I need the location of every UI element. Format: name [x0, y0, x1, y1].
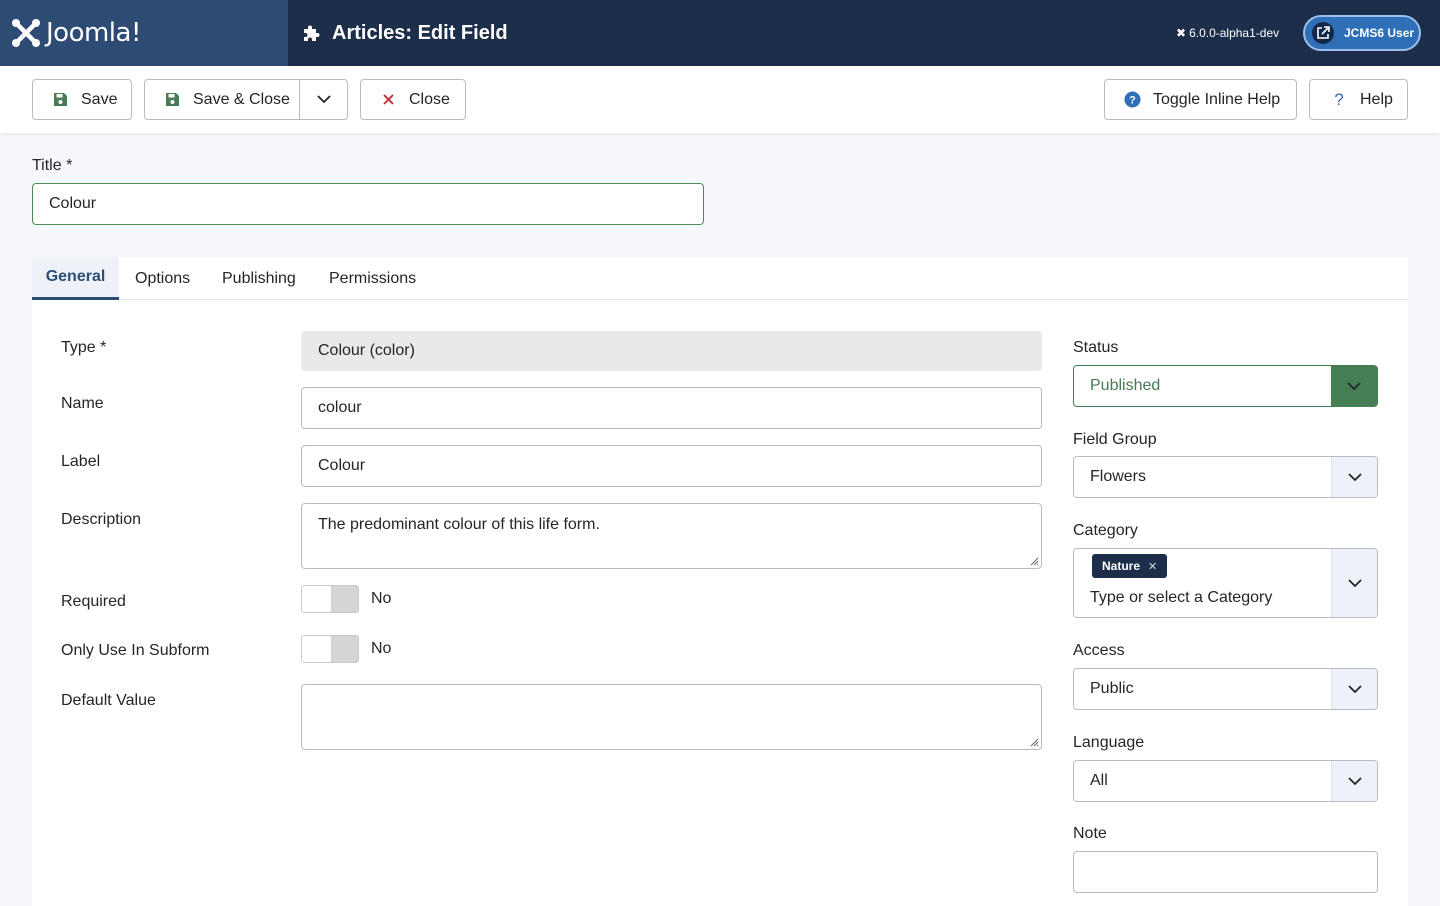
chevron-down-icon	[1331, 549, 1377, 617]
type-field: Colour (color)	[301, 331, 1042, 371]
status-value: Published	[1090, 377, 1161, 394]
top-header: Joomla! Articles: Edit Field ✖ 6.0.0-alp…	[0, 0, 1440, 66]
category-select[interactable]: Nature ✕ Type or select a Category	[1073, 548, 1378, 618]
tab-bar: General Options Publishing Permissions	[32, 257, 1408, 300]
remove-chip-icon[interactable]: ✕	[1148, 560, 1157, 573]
required-label: Required	[61, 593, 126, 610]
description-textarea[interactable]: The predominant colour of this life form…	[301, 503, 1042, 569]
note-label: Note	[1073, 825, 1107, 842]
chevron-down-icon	[1331, 366, 1377, 406]
default-value-label: Default Value	[61, 692, 156, 709]
logo-text: Joomla!	[46, 18, 141, 48]
default-value-textarea[interactable]	[301, 684, 1042, 750]
tab-general[interactable]: General	[32, 257, 119, 300]
save-icon	[51, 91, 69, 109]
name-label: Name	[61, 395, 104, 412]
user-name: JCMS6 User	[1344, 26, 1415, 40]
toggle-knob	[302, 636, 331, 662]
language-select[interactable]: All	[1073, 760, 1378, 802]
question-circle-icon: ?	[1123, 91, 1141, 109]
save-button[interactable]: Save	[32, 79, 132, 120]
name-input[interactable]: colour	[301, 387, 1042, 429]
access-label: Access	[1073, 642, 1125, 659]
tab-publishing[interactable]: Publishing	[222, 257, 296, 300]
field-group-label: Field Group	[1073, 431, 1157, 448]
subform-value: No	[371, 640, 392, 657]
subform-label: Only Use In Subform	[61, 642, 210, 659]
category-search-input[interactable]: Type or select a Category	[1090, 589, 1272, 607]
status-label: Status	[1073, 339, 1119, 356]
joomla-small-icon: ✖	[1176, 26, 1187, 40]
required-value: No	[371, 590, 392, 607]
external-link-icon	[1312, 22, 1334, 44]
type-label: Type *	[61, 339, 107, 356]
subform-toggle[interactable]	[301, 635, 359, 663]
chevron-down-icon	[317, 95, 331, 104]
question-icon: ?	[1334, 89, 1344, 109]
toggle-inline-help-button[interactable]: ? Toggle Inline Help	[1104, 79, 1297, 120]
chevron-down-icon	[1331, 761, 1377, 801]
save-icon	[163, 91, 181, 109]
edit-card: General Options Publishing Permissions T…	[32, 257, 1408, 906]
page-title: Articles: Edit Field	[332, 21, 508, 44]
description-label: Description	[61, 511, 142, 528]
joomla-logo-icon	[12, 19, 40, 47]
version-badge: ✖ 6.0.0-alpha1-dev	[1176, 26, 1279, 40]
close-icon	[379, 91, 397, 109]
toolbar: Save Save & Close Close ? Toggle Inline …	[0, 66, 1440, 133]
version-text: 6.0.0-alpha1-dev	[1189, 26, 1280, 40]
close-button[interactable]: Close	[360, 79, 466, 120]
save-close-label: Save & Close	[193, 90, 290, 108]
label-input[interactable]: Colour	[301, 445, 1042, 487]
chevron-down-icon	[1331, 669, 1377, 709]
category-chip: Nature ✕	[1092, 554, 1168, 578]
close-label: Close	[409, 90, 450, 108]
tab-permissions[interactable]: Permissions	[329, 257, 416, 300]
category-chip-label: Nature	[1102, 559, 1141, 573]
resize-grip-icon[interactable]	[1029, 556, 1039, 566]
help-button[interactable]: ? Help	[1309, 79, 1408, 120]
description-text: The predominant colour of this life form…	[318, 516, 600, 533]
language-value: All	[1090, 772, 1108, 789]
field-group-select[interactable]: Flowers	[1073, 456, 1378, 498]
help-label: Help	[1360, 90, 1393, 108]
puzzle-icon	[304, 25, 320, 41]
tab-options[interactable]: Options	[135, 257, 190, 300]
label-label: Label	[61, 453, 101, 470]
save-close-split-button[interactable]: Save & Close	[144, 79, 348, 120]
user-menu-button[interactable]: JCMS6 User	[1303, 15, 1421, 51]
resize-grip-icon[interactable]	[1029, 737, 1039, 747]
note-input[interactable]	[1073, 851, 1378, 893]
save-options-dropdown[interactable]	[300, 80, 348, 119]
toggle-knob	[302, 586, 331, 612]
joomla-logo[interactable]: Joomla!	[0, 0, 288, 66]
title-label: Title *	[32, 157, 73, 174]
title-input[interactable]: Colour	[32, 183, 704, 225]
save-label: Save	[81, 90, 118, 108]
toggle-help-label: Toggle Inline Help	[1153, 90, 1281, 108]
page-title-area: Articles: Edit Field	[302, 0, 508, 66]
chevron-down-icon	[1331, 457, 1377, 497]
field-group-value: Flowers	[1090, 468, 1147, 485]
status-select[interactable]: Published	[1073, 365, 1378, 407]
svg-text:?: ?	[1129, 95, 1136, 107]
language-label: Language	[1073, 734, 1145, 751]
access-value: Public	[1090, 680, 1134, 697]
access-select[interactable]: Public	[1073, 668, 1378, 710]
category-label: Category	[1073, 522, 1138, 539]
required-toggle[interactable]	[301, 585, 359, 613]
